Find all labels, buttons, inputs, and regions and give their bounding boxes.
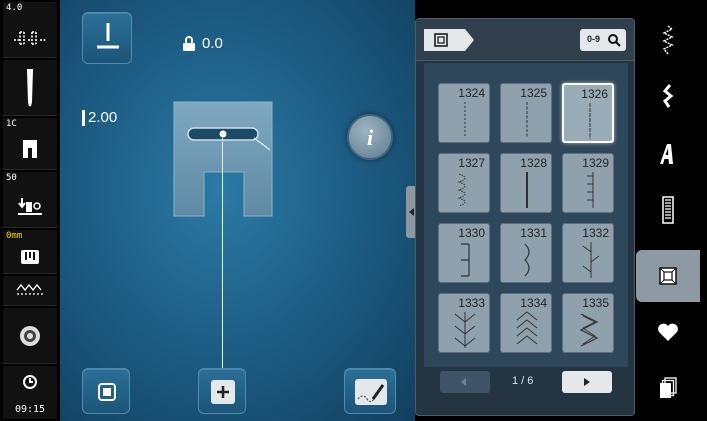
heart-icon — [658, 323, 678, 341]
stitch-pattern-glyph — [587, 172, 594, 208]
alphabets-tab[interactable] — [638, 128, 698, 180]
stitch-tile-1324[interactable]: 1324 — [438, 83, 490, 143]
stitch-pattern-glyph — [516, 311, 538, 345]
stitch-pattern-glyph — [579, 313, 599, 347]
stitch-selection-panel: 0-9 1324 1325 1326 1327 1328 1329 1330 1331 1332… — [415, 18, 635, 416]
stitch-pattern-glyph — [526, 102, 528, 138]
search-icon — [608, 34, 621, 47]
stitch-width-icon — [3, 26, 57, 48]
category-tab[interactable] — [424, 29, 474, 51]
bobbin-icon — [3, 324, 57, 348]
practical-stitches-tab[interactable] — [638, 14, 698, 66]
stitch-pattern-cell[interactable] — [3, 276, 57, 306]
needle-down-icon — [97, 23, 119, 49]
prev-page-button[interactable] — [440, 371, 490, 393]
quilt-icon — [659, 267, 677, 285]
search-label: 0-9 — [587, 34, 601, 44]
timer-cell[interactable]: 09:15 — [3, 366, 57, 419]
presser-pressure-value: 50 — [6, 173, 17, 183]
stitch-length-value[interactable]: 2.00 — [88, 109, 117, 126]
stitch-tile-1330[interactable]: 1330 — [438, 223, 490, 283]
seam-allowance-cell[interactable]: 0mm — [3, 230, 57, 274]
stitch-grid: 1324 1325 1326 1327 1328 1329 1330 1331 1332 1333… — [424, 63, 628, 367]
stitch-length-marker — [82, 110, 85, 126]
stitch-tile-1333[interactable]: 1333 — [438, 293, 490, 353]
stitch-pattern-glyph — [457, 173, 466, 207]
personal-program-tab[interactable] — [638, 306, 698, 358]
needle-position-cell[interactable] — [3, 60, 57, 116]
zigzag-icon — [3, 282, 57, 296]
stitch-pattern-glyph — [582, 242, 600, 278]
presser-pressure-icon — [3, 194, 57, 216]
presser-foot-label: 1C — [6, 119, 17, 129]
category-sidebar — [636, 0, 707, 421]
stitch-line — [222, 138, 223, 368]
stitch-pattern-glyph — [464, 102, 466, 138]
plus-icon — [211, 380, 235, 404]
stitch-tile-1332[interactable]: 1332 — [562, 223, 614, 283]
presser-foot-icon — [3, 138, 57, 160]
stitch-tile-1331[interactable]: 1331 — [500, 223, 552, 283]
presser-pressure-cell[interactable]: 50 — [3, 172, 57, 228]
next-page-button[interactable] — [562, 371, 612, 393]
lock-value: 0.0 — [202, 35, 223, 52]
lock-icon — [182, 36, 196, 57]
stitch-tile-1327[interactable]: 1327 — [438, 153, 490, 213]
history-tab[interactable] — [638, 362, 698, 414]
info-icon: i — [366, 125, 374, 150]
presser-foot-cell[interactable]: 1C — [3, 118, 57, 170]
time-display: 09:15 — [14, 404, 46, 415]
practical-stitch-icon — [662, 25, 674, 55]
panel-header: 0-9 — [416, 19, 634, 61]
decorative-stitch-icon — [662, 84, 674, 108]
add-button[interactable] — [198, 368, 246, 414]
stitch-tile-1334[interactable]: 1334 — [500, 293, 552, 353]
buttonhole-icon — [662, 196, 674, 224]
stitch-pattern-glyph — [454, 312, 476, 348]
stitch-tile-1329[interactable]: 1329 — [562, 153, 614, 213]
chevron-right-icon — [584, 378, 590, 386]
buttonholes-tab[interactable] — [638, 184, 698, 236]
alphabet-icon — [660, 144, 673, 164]
square-frame-icon — [98, 383, 116, 401]
stitch-pattern-glyph — [526, 172, 528, 208]
stitch-tile-1326[interactable]: 1326 — [562, 83, 614, 143]
stitch-pattern-glyph — [589, 103, 591, 139]
needle-stop-button[interactable] — [82, 12, 132, 64]
stitch-tile-1335[interactable]: 1335 — [562, 293, 614, 353]
pencil-stitch-icon — [355, 379, 387, 405]
needle-icon — [3, 68, 57, 108]
display-mode-button[interactable] — [82, 368, 130, 414]
seam-guide-icon — [3, 248, 57, 266]
stitch-preview-area: 0.0 2.00 i — [60, 0, 415, 421]
stitch-width-cell[interactable]: 4.0 — [3, 2, 57, 58]
presser-foot-illustration — [173, 101, 273, 217]
stacked-pages-icon — [660, 377, 677, 398]
left-settings-bar: 4.0 1C 50 0mm 09:15 — [0, 0, 60, 421]
stitch-width-value: 4.0 — [6, 3, 23, 13]
page-indicator: 1 / 6 — [512, 375, 534, 387]
search-button[interactable]: 0-9 — [580, 29, 626, 51]
stitch-pattern-glyph — [524, 243, 530, 277]
bobbin-cell[interactable] — [3, 308, 57, 364]
quilt-icon — [434, 33, 448, 47]
decorative-stitches-tab[interactable] — [638, 70, 698, 122]
info-button[interactable]: i — [347, 114, 393, 160]
stitch-tile-1325[interactable]: 1325 — [500, 83, 552, 143]
quilt-stitches-tab[interactable] — [636, 250, 700, 302]
stitch-tile-1328[interactable]: 1328 — [500, 153, 552, 213]
seam-allowance-value: 0mm — [6, 231, 23, 241]
stitch-pattern-glyph — [461, 243, 470, 277]
edit-stitch-button[interactable] — [344, 368, 396, 414]
chevron-left-icon — [461, 378, 466, 386]
clock-icon — [3, 374, 57, 390]
